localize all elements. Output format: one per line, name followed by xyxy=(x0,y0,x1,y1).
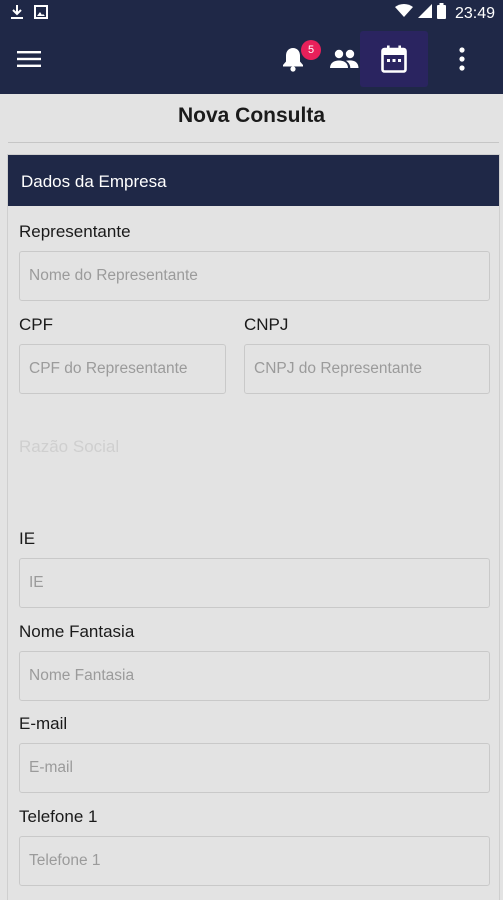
hamburger-menu-icon xyxy=(17,51,41,67)
image-notification-icon xyxy=(34,5,48,24)
razao-social-label: Razão Social xyxy=(19,437,120,456)
notification-count-badge: 5 xyxy=(301,40,321,60)
menu-button[interactable] xyxy=(10,41,48,77)
section-header: Dados da Empresa xyxy=(8,155,499,206)
company-data-card: Dados da Empresa Representante CPF CNPJ … xyxy=(7,154,500,900)
title-divider xyxy=(8,142,499,143)
wifi-icon xyxy=(394,4,413,23)
page-title: Nova Consulta xyxy=(177,104,326,127)
download-icon xyxy=(10,4,24,25)
cellular-signal-icon xyxy=(417,4,432,23)
status-bar: 23:49 xyxy=(0,0,503,24)
app-bar: 5 xyxy=(0,24,503,94)
clock: 23:49 xyxy=(454,4,495,22)
nome-fantasia-input[interactable] xyxy=(19,651,490,701)
telefone1-input[interactable] xyxy=(19,836,490,886)
people-icon xyxy=(330,49,359,68)
calendar-icon xyxy=(381,45,407,73)
representante-label: Representante xyxy=(19,222,131,241)
more-vertical-icon xyxy=(459,47,465,71)
cnpj-input[interactable] xyxy=(244,344,490,394)
battery-icon xyxy=(436,3,446,24)
cnpj-label: CNPJ xyxy=(244,315,289,334)
more-options-button[interactable] xyxy=(444,38,480,80)
telefone1-label: Telefone 1 xyxy=(19,807,98,826)
notifications-button[interactable]: 5 xyxy=(272,38,321,80)
calendar-button[interactable] xyxy=(360,31,428,87)
email-label: E-mail xyxy=(19,714,68,733)
cpf-input[interactable] xyxy=(19,344,226,394)
nome-fantasia-label: Nome Fantasia xyxy=(19,622,135,641)
email-input[interactable] xyxy=(19,743,490,793)
cpf-label: CPF xyxy=(19,315,53,334)
ie-label: IE xyxy=(19,529,36,548)
ie-input[interactable] xyxy=(19,558,490,608)
representante-input[interactable] xyxy=(19,251,490,301)
